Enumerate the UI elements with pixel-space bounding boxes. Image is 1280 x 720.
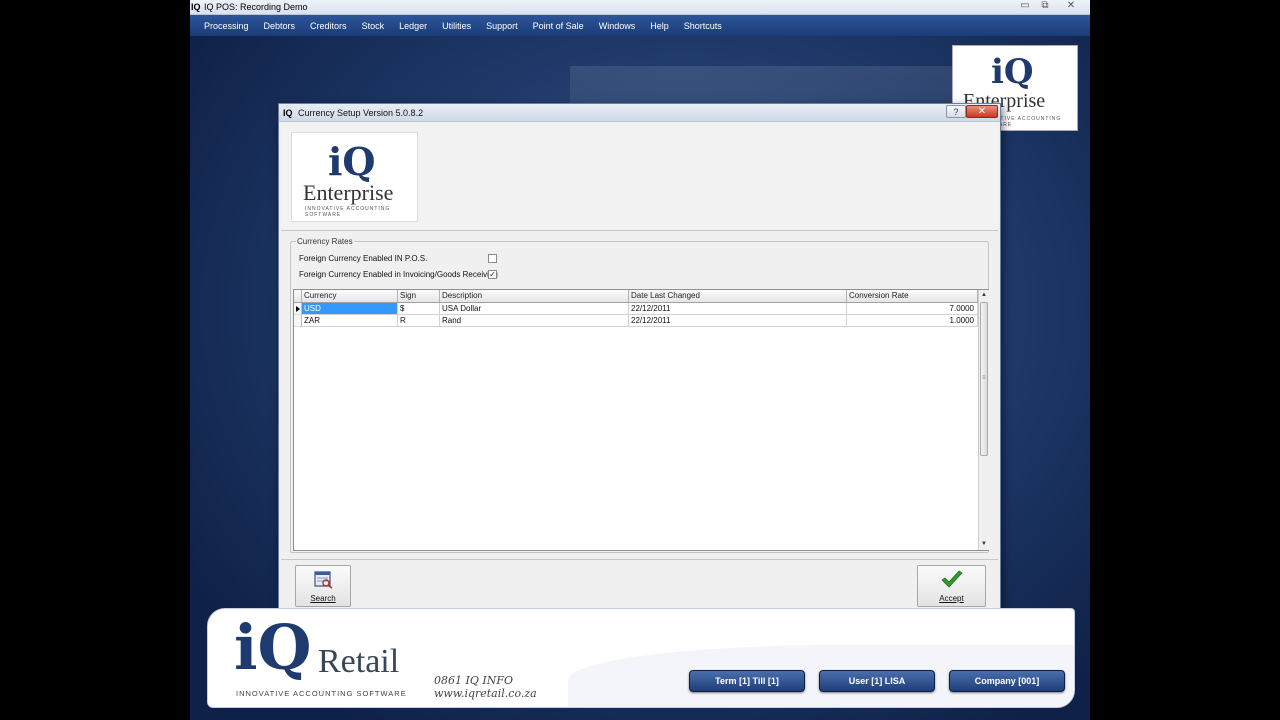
contact-info: 0861 IQ INFO www.iqretail.co.za <box>434 674 537 700</box>
search-button[interactable]: Search <box>295 565 351 607</box>
dialog-logo-iq-mark: iQ <box>328 139 376 184</box>
accept-button[interactable]: Accept <box>917 565 986 607</box>
table-row[interactable]: ZAR R Rand 22/12/2011 1.0000 <box>294 315 978 327</box>
scroll-thumb[interactable]: ≡ <box>980 302 988 456</box>
accept-button-label: Accept <box>939 594 964 603</box>
menu-debtors[interactable]: Debtors <box>264 21 296 31</box>
cell-sign[interactable]: $ <box>398 303 440 315</box>
menu-shortcuts[interactable]: Shortcuts <box>684 21 722 31</box>
help-button[interactable]: ? <box>946 105 966 118</box>
menu-support[interactable]: Support <box>486 21 518 31</box>
cell-sign[interactable]: R <box>398 315 440 327</box>
dialog-app-icon: IQ <box>283 108 293 118</box>
row-indicator <box>294 315 302 327</box>
scroll-up-icon[interactable]: ▲ <box>979 290 989 301</box>
cell-currency[interactable]: USD <box>302 303 398 315</box>
cell-description[interactable]: Rand <box>440 315 629 327</box>
search-icon <box>314 571 333 589</box>
invoicing-currency-checkbox[interactable]: ✓ <box>488 270 497 279</box>
menu-point-of-sale[interactable]: Point of Sale <box>533 21 584 31</box>
col-conversion-rate[interactable]: Conversion Rate <box>847 290 978 302</box>
dialog-logo-enterprise-word: Enterprise <box>303 180 394 205</box>
menu-help[interactable]: Help <box>650 21 669 31</box>
dialog-header: iQ Enterprise INNOVATIVE ACCOUNTING SOFT… <box>281 123 998 231</box>
menu-ledger[interactable]: Ledger <box>399 21 427 31</box>
col-sign[interactable]: Sign <box>398 290 440 302</box>
scroll-grip-icon: ≡ <box>982 375 986 381</box>
scroll-down-icon[interactable]: ▼ <box>979 539 989 550</box>
currency-rates-legend: Currency Rates <box>296 237 354 246</box>
table-row[interactable]: USD $ USA Dollar 22/12/2011 7.0000 <box>294 303 978 315</box>
minimize-button[interactable]: ▭ <box>1015 0 1035 13</box>
logo-iq-mark: iQ <box>991 52 1034 92</box>
dialog-footer: Search Accept <box>281 559 998 613</box>
footer-logo-tagline: INNOVATIVE ACCOUNTING SOFTWARE <box>236 689 407 698</box>
dialog-logo-tagline: INNOVATIVE ACCOUNTING SOFTWARE <box>305 206 391 218</box>
menu-utilities[interactable]: Utilities <box>442 21 471 31</box>
header-indicator <box>294 290 302 302</box>
menu-bar: Processing Debtors Creditors Stock Ledge… <box>190 15 1090 36</box>
company-button[interactable]: Company [001] <box>949 670 1065 692</box>
cell-rate[interactable]: 7.0000 <box>847 303 978 315</box>
window-title: IQ POS: Recording Demo <box>204 2 308 12</box>
footer-logo-retail-word: Retail <box>318 643 400 680</box>
col-currency[interactable]: Currency <box>302 290 398 302</box>
search-button-label: Search <box>310 594 336 603</box>
grid-scrollbar[interactable]: ▲ ≡ ▼ <box>978 290 989 550</box>
checkmark-icon <box>941 570 963 588</box>
term-till-button[interactable]: Term [1] Till [1] <box>689 670 805 692</box>
restore-button[interactable]: ⧉ <box>1035 0 1055 13</box>
dialog-titlebar: IQ Currency Setup Version 5.0.8.2 ? ✕ <box>279 104 1000 122</box>
row-indicator <box>294 303 302 315</box>
current-row-arrow-icon <box>296 306 300 312</box>
currency-setup-dialog: IQ Currency Setup Version 5.0.8.2 ? ✕ iQ… <box>278 103 1001 615</box>
bottom-brand-panel: iQ Retail INNOVATIVE ACCOUNTING SOFTWARE <box>207 608 1075 708</box>
menu-creditors[interactable]: Creditors <box>310 21 347 31</box>
cell-rate[interactable]: 1.0000 <box>847 315 978 327</box>
grid-header: Currency Sign Description Date Last Chan… <box>294 290 978 303</box>
col-date-last-changed[interactable]: Date Last Changed <box>629 290 847 302</box>
close-dialog-button[interactable]: ✕ <box>966 105 998 118</box>
menu-windows[interactable]: Windows <box>599 21 636 31</box>
contact-phone: 0861 IQ INFO <box>434 674 513 687</box>
close-window-button[interactable]: ✕ <box>1061 0 1081 13</box>
cell-date[interactable]: 22/12/2011 <box>629 303 847 315</box>
dialog-enterprise-logo: iQ Enterprise INNOVATIVE ACCOUNTING SOFT… <box>291 132 418 222</box>
cell-date[interactable]: 22/12/2011 <box>629 315 847 327</box>
cell-currency[interactable]: ZAR <box>302 315 398 327</box>
cell-description[interactable]: USA Dollar <box>440 303 629 315</box>
pos-currency-label: Foreign Currency Enabled IN P.O.S. <box>299 254 428 263</box>
app-icon: IQ <box>191 2 201 12</box>
contact-website: www.iqretail.co.za <box>434 687 537 700</box>
footer-logo-iq-mark: iQ <box>234 611 312 684</box>
window-titlebar: IQ IQ POS: Recording Demo ▭ ⧉ ✕ <box>190 0 1090 15</box>
col-description[interactable]: Description <box>440 290 629 302</box>
currency-grid: Currency Sign Description Date Last Chan… <box>293 289 989 551</box>
user-button[interactable]: User [1] LISA <box>819 670 935 692</box>
menu-stock[interactable]: Stock <box>362 21 385 31</box>
dialog-title: Currency Setup Version 5.0.8.2 <box>298 108 424 118</box>
menu-processing[interactable]: Processing <box>204 21 249 31</box>
invoicing-currency-label: Foreign Currency Enabled in Invoicing/Go… <box>299 270 498 279</box>
pos-currency-checkbox[interactable] <box>488 254 497 263</box>
